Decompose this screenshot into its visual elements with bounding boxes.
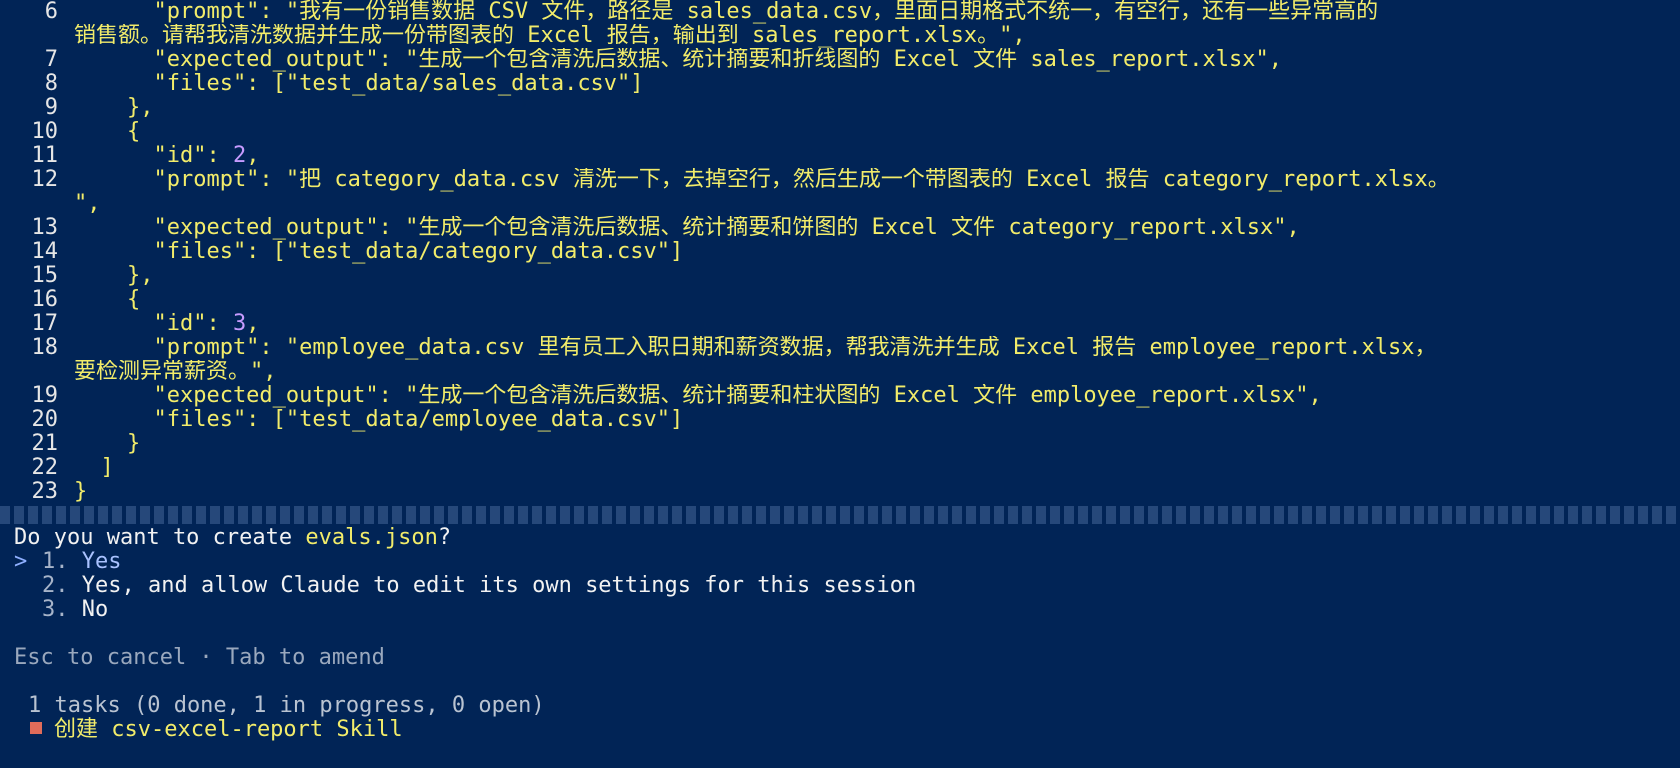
selection-cursor: >: [14, 549, 28, 574]
question-prefix: Do you want to create: [14, 525, 306, 550]
code-line: 20 "files": ["test_data/employee_data.cs…: [31, 407, 684, 432]
code-line: 19 "expected_output": "生成一个包含清洗后数据、统计摘要和…: [31, 383, 1322, 408]
code-line: 23}: [31, 479, 88, 504]
confirm-dialog: Do you want to create evals.json? >1. Ye…: [14, 526, 1664, 742]
option-label: Yes, and allow Claude to edit its own se…: [81, 573, 917, 598]
number-literal: 3: [232, 312, 247, 336]
option-label: Yes: [81, 549, 122, 574]
code-line: 16 {: [31, 287, 141, 312]
code-line-wrap: 要检测异常薪资。",: [74, 360, 277, 384]
number-literal: 2: [232, 144, 247, 168]
task-panel: 1 tasks (0 done, 1 in progress, 0 open) …: [14, 694, 1664, 742]
code-line: 7 "expected_output": "生成一个包含清洗后数据、统计摘要和折…: [44, 47, 1282, 72]
terminal-window: 6 "prompt": "我有一份销售数据 CSV 文件，路径是 sales_d…: [0, 0, 1680, 768]
code-line: 14 "files": ["test_data/category_data.cs…: [31, 239, 684, 264]
code-line: 18 "prompt": "employee_data.csv 里有员工入职日期…: [31, 335, 1437, 360]
question-filename: evals.json: [305, 525, 438, 550]
code-line: 8 "files": ["test_data/sales_data.csv"]: [44, 71, 644, 96]
option-index: 2.: [42, 573, 69, 598]
option-label: No: [81, 597, 109, 622]
in-progress-square-icon: [30, 722, 42, 734]
code-line: 10 {: [31, 119, 141, 144]
code-line-wrap: 销售额。请帮我清洗数据并生成一份带图表的 Excel 报告，输出到 sales_…: [74, 24, 1026, 48]
code-line: 13 "expected_output": "生成一个包含清洗后数据、统计摘要和…: [31, 215, 1300, 240]
question-suffix: ?: [437, 525, 452, 550]
code-line: 11 "id": 2,: [31, 143, 260, 168]
option-yes[interactable]: >1. Yes: [14, 550, 1664, 574]
code-line-wrap: ",: [74, 192, 101, 216]
option-index: 1.: [42, 549, 69, 574]
code-line: 15 },: [31, 263, 154, 288]
code-line: 21 }: [31, 431, 141, 456]
dialog-question: Do you want to create evals.json?: [14, 526, 1664, 550]
code-view: 6 "prompt": "我有一份销售数据 CSV 文件，路径是 sales_d…: [0, 0, 1680, 504]
option-index: 3.: [42, 597, 69, 622]
task-label: 创建 csv-excel-report Skill: [54, 717, 403, 742]
code-line: 6 "prompt": "我有一份销售数据 CSV 文件，路径是 sales_d…: [44, 0, 1379, 24]
task-summary: 1 tasks (0 done, 1 in progress, 0 open): [28, 693, 545, 718]
option-no[interactable]: 3. No: [14, 598, 1664, 622]
code-line: 12 "prompt": "把 category_data.csv 清洗一下，去…: [31, 167, 1450, 192]
keyboard-hint: Esc to cancel · Tab to amend: [14, 645, 385, 670]
dashed-divider: [0, 506, 1680, 524]
task-item: 创建 csv-excel-report Skill: [14, 718, 1664, 742]
code-line: 9 },: [44, 95, 154, 120]
code-line: 22 ]: [31, 455, 114, 480]
code-line: 17 "id": 3,: [31, 311, 260, 336]
option-yes-allow-settings[interactable]: 2. Yes, and allow Claude to edit its own…: [14, 574, 1664, 598]
